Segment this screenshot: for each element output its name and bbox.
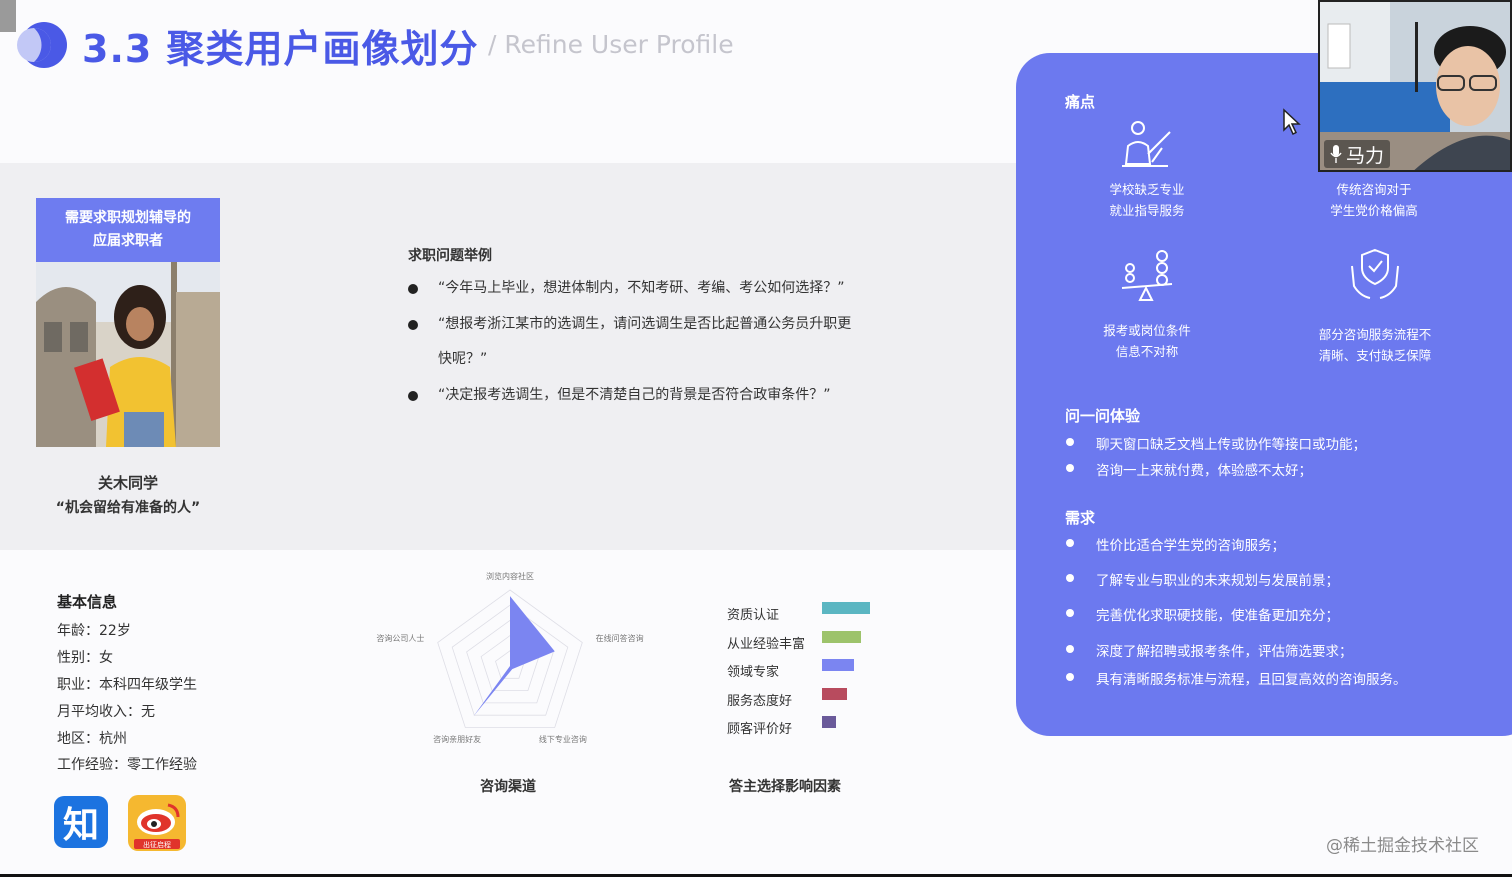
- persona-name: 关木同学: [97, 474, 158, 492]
- radar-axis-label: 浏览内容社区: [486, 571, 534, 581]
- basic-info-item: 性别：女: [57, 650, 113, 666]
- needs-title: 需求: [1065, 509, 1096, 527]
- section-logo-icon: [17, 22, 67, 68]
- pain-point-line: 学生党价格偏高: [1330, 203, 1418, 218]
- experience-bullet: [1066, 438, 1074, 446]
- video-call-tile[interactable]: 马力: [1318, 0, 1512, 172]
- mouse-cursor-icon: [1283, 108, 1301, 136]
- weibo-icon-label: 出征启程: [143, 840, 171, 849]
- radar-chart: 浏览内容社区在线问答咨询线下专业咨询 咨询亲朋好友 咨询公司人士: [376, 571, 644, 744]
- shield-hand-icon: [1351, 248, 1399, 299]
- experience-title: 问一问体验: [1065, 407, 1141, 425]
- factor-bar: [822, 602, 870, 614]
- radar-axis-label: 在线问答咨询: [596, 633, 644, 643]
- factor-label: 资质认证: [727, 608, 780, 623]
- persona-quote: “机会留给有准备的人”: [55, 500, 201, 516]
- microphone-icon: [1330, 145, 1342, 163]
- pain-point-text: 学校缺乏专业 就业指导服务: [1086, 179, 1208, 221]
- questions-title: 求职问题举例: [408, 248, 492, 264]
- pain-point-line: 传统咨询对于: [1336, 182, 1412, 197]
- pain-point-text: 部分咨询服务流程不 清晰、支付缺乏保障: [1300, 324, 1450, 366]
- need-bullet: [1066, 574, 1074, 582]
- need-bullet: [1066, 645, 1074, 653]
- persona-tag: 需要求职规划辅导的 应届求职者: [36, 198, 220, 262]
- pain-point-text: 传统咨询对于 学生党价格偏高: [1312, 179, 1436, 221]
- pain-points-title: 痛点: [1065, 93, 1096, 111]
- pain-point-line: 信息不对称: [1115, 344, 1179, 359]
- factor-label: 领域专家: [727, 665, 780, 680]
- question-item: “想报考浙江某市的选调生，请问选调生是否比起普通公务员升职更: [438, 316, 852, 332]
- factor-bar: [822, 716, 837, 728]
- persona-tag-line2: 应届求职者: [93, 233, 163, 249]
- radar-axis-label: 线下专业咨询: [539, 734, 587, 744]
- experience-bullet: [1066, 464, 1074, 472]
- need-item: 具有清晰服务标准与流程，且回复高效的咨询服务。: [1096, 672, 1407, 688]
- basic-info-item: 地区：杭州: [57, 731, 127, 747]
- basic-info-item: 年龄：22岁: [57, 623, 131, 639]
- experience-item: 聊天窗口缺乏文档上传或协作等接口或功能；: [1096, 437, 1366, 453]
- factor-label: 顾客评价好: [727, 722, 793, 737]
- question-bullet: [408, 320, 418, 330]
- basic-info-item: 月平均收入：无: [57, 704, 155, 720]
- need-bullet: [1066, 609, 1074, 617]
- pain-point-line: 学校缺乏专业: [1109, 182, 1185, 197]
- need-item: 了解专业与职业的未来规划与发展前景；: [1096, 573, 1339, 589]
- question-bullet: [408, 391, 418, 401]
- pain-point-line: 就业指导服务: [1109, 203, 1185, 218]
- need-bullet: [1066, 673, 1074, 681]
- balance-icon: [1121, 250, 1173, 301]
- question-item-continued: 快呢？”: [438, 351, 488, 367]
- need-bullet: [1066, 539, 1074, 547]
- question-item: “决定报考选调生，但是不清楚自己的背景是否符合政审条件？”: [438, 387, 831, 403]
- weibo-app-icon: 出征启程: [128, 795, 186, 851]
- persona-tag-line1: 需要求职规划辅导的: [65, 210, 191, 226]
- participant-name-badge: 马力: [1324, 140, 1391, 168]
- factor-label: 服务态度好: [727, 693, 793, 709]
- factor-bar: [822, 659, 854, 671]
- radar-chart-title: 咨询渠道: [480, 779, 536, 795]
- factor-chart-title: 答主选择影响因素: [729, 779, 841, 795]
- pain-point-text: 报考或岗位条件 信息不对称: [1086, 320, 1208, 362]
- basic-info-item: 工作经验：零工作经验: [57, 757, 197, 773]
- factor-bar: [822, 630, 861, 643]
- factor-label: 从业经验丰富: [727, 636, 806, 652]
- persona-card: 需要求职规划辅导的 应届求职者: [36, 198, 220, 447]
- persona-photo: [36, 262, 220, 447]
- pain-point-line: 清晰、支付缺乏保障: [1318, 348, 1432, 363]
- basic-info-item: 职业：本科四年级学生: [57, 677, 197, 693]
- experience-item: 咨询一上来就付费，体验感不太好；: [1096, 463, 1312, 479]
- page-title: 3.3 聚类用户画像划分: [82, 27, 479, 71]
- weibo-icon: 出征启程: [134, 803, 180, 849]
- basic-info-title: 基本信息: [57, 593, 118, 611]
- page-subtitle: / Refine User Profile: [488, 30, 734, 59]
- radar-axis-label: 咨询亲朋好友: [433, 734, 481, 744]
- radar-axis-label: 咨询公司人士: [376, 633, 424, 643]
- teacher-icon: [1122, 121, 1171, 167]
- need-item: 性价比适合学生党的咨询服务；: [1096, 538, 1285, 554]
- zhihu-app-icon: 知: [54, 796, 108, 848]
- need-item: 完善优化求职硬技能，使准备更加充分；: [1096, 608, 1339, 624]
- participant-name: 马力: [1346, 144, 1385, 167]
- watermark: @稀土掘金技术社区: [1326, 836, 1479, 856]
- question-item: “今年马上毕业，想进体制内，不知考研、考编、考公如何选择？”: [438, 280, 845, 296]
- pain-point-line: 部分咨询服务流程不: [1318, 327, 1432, 342]
- zhihu-icon-label: 知: [62, 805, 99, 846]
- pain-point-line: 报考或岗位条件: [1103, 323, 1191, 338]
- need-item: 深度了解招聘或报考条件，评估筛选要求；: [1096, 644, 1353, 660]
- question-bullet: [408, 284, 418, 294]
- factor-bar: [822, 687, 847, 700]
